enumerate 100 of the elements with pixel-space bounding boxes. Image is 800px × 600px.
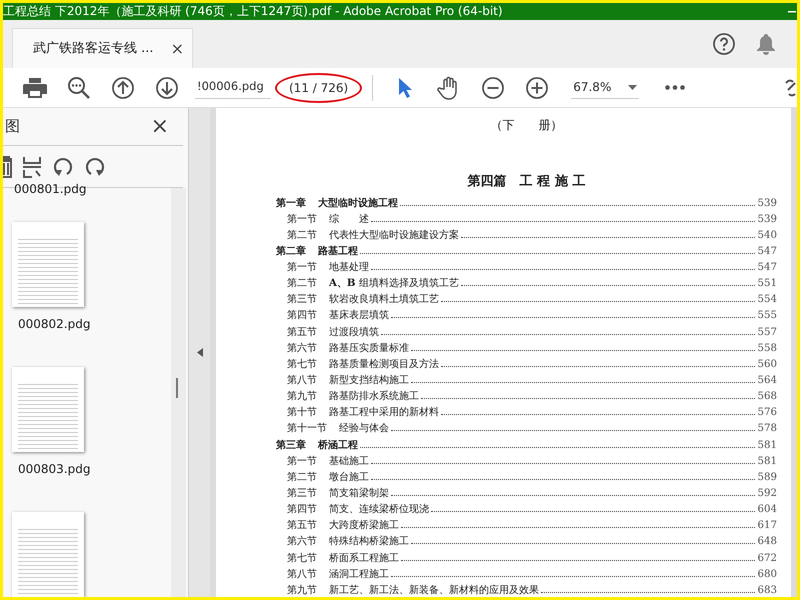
toc-number: 第九节 bbox=[287, 390, 317, 404]
toc-number: 第一章 bbox=[276, 196, 306, 210]
toc-number: 第三章 bbox=[276, 438, 306, 453]
toc-page: 581 bbox=[758, 438, 777, 453]
panel-title: 图 bbox=[5, 116, 20, 138]
toc-page: 581 bbox=[758, 454, 777, 469]
toc-page: 547 bbox=[758, 261, 777, 276]
toc-page: 539 bbox=[758, 196, 777, 210]
toc-page: 617 bbox=[758, 519, 777, 534]
thumbnail-label: 000803.pdg bbox=[18, 461, 90, 478]
toc-page: 540 bbox=[758, 228, 777, 243]
toc-title: 特殊结构桥梁施工 bbox=[329, 534, 409, 550]
toc-title: 路基防排水系统施工 bbox=[329, 390, 419, 404]
toc-number: 第三节 bbox=[287, 486, 317, 502]
toc-page: 592 bbox=[758, 487, 777, 502]
toc-page: 555 bbox=[758, 309, 777, 324]
toc-title: 路基工程中采用的新材料 bbox=[329, 406, 439, 420]
tab-label: 武广铁路客运专线 ... bbox=[33, 40, 154, 58]
caret-icon bbox=[628, 84, 638, 90]
toc-number: 第二节 bbox=[287, 228, 317, 243]
toc-title: 桥涵工程 bbox=[318, 438, 358, 453]
help-icon[interactable] bbox=[713, 33, 735, 55]
toc-number: 第十一节 bbox=[287, 422, 327, 436]
toc-page: 554 bbox=[758, 293, 777, 308]
toc-title: 桥面系工程施工 bbox=[329, 552, 399, 566]
pointer-icon[interactable] bbox=[398, 76, 412, 98]
scrollbar[interactable] bbox=[171, 188, 186, 597]
toc-page: 547 bbox=[758, 244, 777, 259]
toc-number: 第五节 bbox=[287, 518, 317, 534]
toc-title: 路基质量检测项目及方法 bbox=[329, 358, 439, 372]
toc-page: 558 bbox=[758, 342, 777, 356]
toc-title: 代表性大型临时设施建设方案 bbox=[329, 228, 459, 243]
toc-page: 604 bbox=[758, 503, 777, 518]
toc-page: 568 bbox=[758, 390, 777, 404]
toc-page: 648 bbox=[758, 535, 777, 550]
toc-number: 第五节 bbox=[287, 326, 317, 340]
toc-page: 578 bbox=[758, 422, 777, 436]
part-title: 第四篇 工 程 施 工 bbox=[466, 173, 586, 191]
toc-title: 路基工程 bbox=[318, 244, 358, 259]
toc-page: 551 bbox=[758, 277, 777, 292]
trash-icon[interactable] bbox=[3, 156, 12, 178]
tab-close-button[interactable]: × bbox=[170, 40, 184, 56]
toc-number: 第十节 bbox=[287, 406, 317, 420]
toc-title: 大型临时设施工程 bbox=[318, 196, 398, 210]
toc-title: 路基压实质量标准 bbox=[329, 342, 409, 356]
rotate-left-icon[interactable] bbox=[52, 156, 74, 178]
scroll-handle[interactable] bbox=[176, 378, 178, 398]
toc-page: 560 bbox=[758, 358, 777, 372]
page-thumbnail[interactable] bbox=[12, 367, 84, 452]
zoom-dropdown[interactable]: 67.8% bbox=[571, 76, 640, 99]
toc-number: 第一节 bbox=[287, 260, 317, 276]
toc-number: 第九节 bbox=[287, 584, 317, 597]
toc-page: 539 bbox=[758, 212, 777, 227]
toc-page: 557 bbox=[758, 326, 777, 340]
toc-title: 新工艺、新工法、新装备、新材料的应用及效果 bbox=[329, 584, 539, 597]
page-thumbnail[interactable] bbox=[12, 512, 84, 597]
toc-title: 过渡段填筑 bbox=[329, 326, 379, 340]
toc-title: 新型支挡结构施工 bbox=[329, 374, 409, 388]
rotate-right-icon[interactable] bbox=[84, 156, 106, 178]
toc-number: 第八节 bbox=[287, 568, 317, 582]
toc-title: 墩台施工 bbox=[329, 470, 369, 485]
toc-number: 第二章 bbox=[276, 244, 306, 259]
toc-number: 第四节 bbox=[287, 502, 317, 518]
volume-heading: （下 册） bbox=[490, 117, 564, 134]
thumbnail-label: 000801.pdg bbox=[14, 181, 86, 198]
toc-title: 综 述 bbox=[329, 212, 369, 227]
toc-title: 基础施工 bbox=[329, 454, 369, 469]
toc-title: 地基处理 bbox=[329, 260, 369, 276]
panel-close-button[interactable]: × bbox=[150, 116, 169, 138]
collapse-arrow-icon[interactable] bbox=[196, 348, 202, 357]
toc-title: 软岩改良填料土填筑工艺 bbox=[329, 292, 439, 308]
bell-icon[interactable] bbox=[757, 33, 775, 55]
magnifier-icon[interactable] bbox=[67, 76, 91, 100]
toc-title: 简支、连续梁桥位现浇 bbox=[329, 502, 429, 518]
toc-title: 基床表层填筑 bbox=[329, 308, 389, 324]
print-icon[interactable] bbox=[23, 76, 47, 98]
toc-number: 第一节 bbox=[287, 212, 317, 227]
link-icon[interactable] bbox=[785, 78, 797, 98]
toc-page: 672 bbox=[758, 552, 777, 566]
more-icon[interactable] bbox=[665, 85, 686, 90]
toc-number: 第六节 bbox=[287, 342, 317, 356]
toc-number: 第七节 bbox=[287, 358, 317, 372]
toc-title: A、B 组填料选择及填筑工艺 bbox=[329, 276, 459, 292]
toc-number: 第六节 bbox=[287, 534, 317, 550]
toc-page: 576 bbox=[758, 406, 777, 420]
toc-number: 第二节 bbox=[287, 276, 317, 292]
extract-pages-icon[interactable] bbox=[22, 156, 42, 178]
zoom-in-icon[interactable] bbox=[526, 76, 548, 98]
toc-page: 680 bbox=[758, 568, 777, 582]
toc-number: 第三节 bbox=[287, 292, 317, 308]
toc-number: 第七节 bbox=[287, 552, 317, 566]
page-thumbnail[interactable] bbox=[12, 222, 84, 307]
toc-number: 第二节 bbox=[287, 470, 317, 485]
toc-page: 683 bbox=[758, 584, 777, 597]
page-count-circled: (11 / 726) bbox=[275, 72, 362, 102]
document-tab[interactable]: 武广铁路客运专线 ... × bbox=[12, 28, 193, 68]
minimize-icon[interactable] bbox=[788, 10, 796, 12]
toc-page: 589 bbox=[758, 470, 777, 485]
zoom-out-icon[interactable] bbox=[482, 76, 504, 98]
toc-title: 经验与体会 bbox=[339, 422, 389, 436]
